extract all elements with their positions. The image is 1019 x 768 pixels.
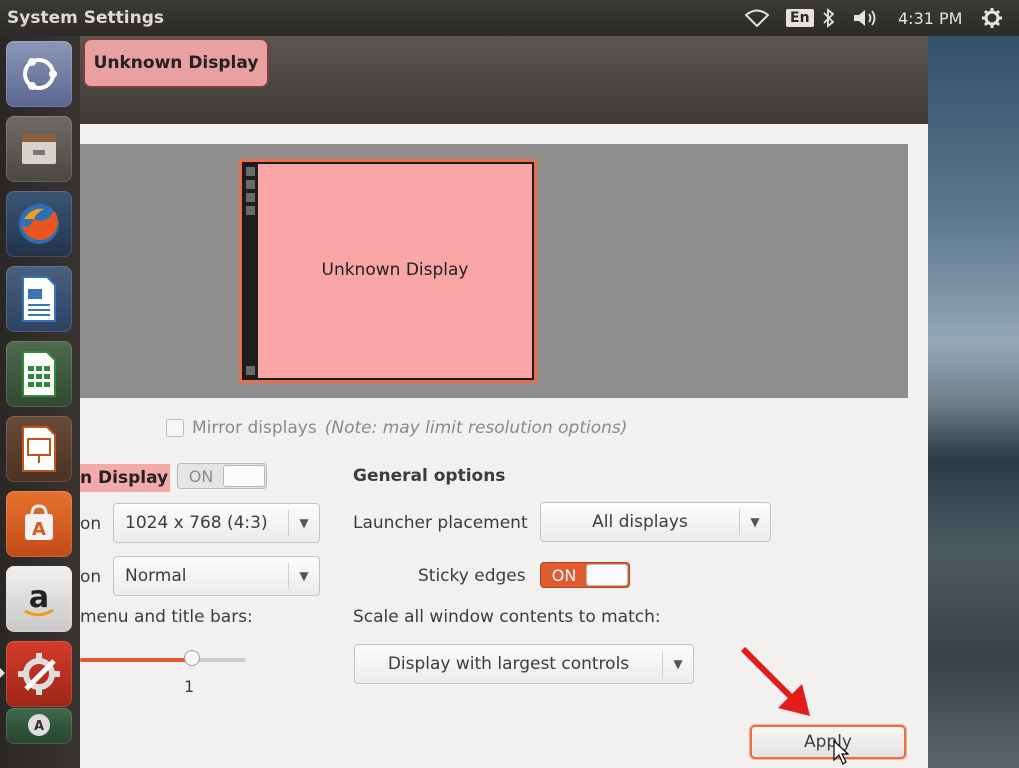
bluetooth-icon[interactable] <box>822 6 836 30</box>
rotation-dropdown[interactable]: Normal ▼ <box>113 556 320 596</box>
software-center-icon[interactable]: A <box>6 491 72 557</box>
keyboard-layout-indicator[interactable]: En <box>786 6 814 30</box>
apply-button[interactable]: Apply <box>750 725 906 759</box>
firefox-icon[interactable] <box>6 191 72 257</box>
toggle-knob <box>586 564 628 586</box>
scale-all-label: Scale all window contents to match: <box>353 607 661 627</box>
display-arrangement-area[interactable]: Unknown Display <box>80 144 908 398</box>
active-app-indicator <box>0 668 5 678</box>
sticky-edges-toggle-label: ON <box>551 565 577 585</box>
toggle-knob <box>223 465 265 487</box>
scale-all-value: Display with largest controls <box>387 654 630 674</box>
scale-slider-fill <box>80 658 192 662</box>
scale-slider[interactable] <box>80 650 246 666</box>
display-enabled-toggle[interactable]: ON <box>177 463 267 489</box>
chevron-down-icon: ▼ <box>750 515 760 529</box>
mouse-pointer-icon <box>833 740 849 765</box>
launcher-placement-label: Launcher placement <box>353 513 528 533</box>
top-panel: System Settings En 4:31 PM <box>0 0 1019 37</box>
wifi-icon[interactable] <box>745 6 769 30</box>
amazon-icon[interactable]: a <box>6 566 72 632</box>
settings-gear-icon[interactable] <box>981 6 1003 30</box>
workspace-switcher-icon[interactable]: A <box>6 708 72 744</box>
general-options-heading: General options <box>353 466 506 486</box>
mirror-displays-label: Mirror displays <box>192 418 317 438</box>
chevron-down-icon: ▼ <box>673 657 683 671</box>
mirror-displays-option[interactable]: Mirror displays (Note: may limit resolut… <box>166 418 627 438</box>
system-settings-icon[interactable] <box>6 641 72 707</box>
annotation-arrow-icon <box>740 646 810 716</box>
launcher: A a A <box>0 36 81 768</box>
ubuntu-dash-icon[interactable] <box>6 41 72 107</box>
resolution-value: 1024 x 768 (4:3) <box>125 513 268 533</box>
sticky-edges-toggle[interactable]: ON <box>540 562 630 588</box>
desktop-wallpaper <box>928 36 1019 768</box>
svg-text:A: A <box>32 519 46 540</box>
impress-icon[interactable] <box>6 416 72 482</box>
files-icon[interactable] <box>6 116 72 182</box>
launcher-placement-value: All displays <box>592 512 688 532</box>
writer-icon[interactable] <box>6 266 72 332</box>
scale-slider-handle[interactable] <box>184 650 200 666</box>
resolution-label: on <box>80 514 102 534</box>
volume-icon[interactable] <box>852 6 880 30</box>
launcher-placement-dropdown[interactable]: All displays ▼ <box>540 502 771 542</box>
rotation-value: Normal <box>125 566 187 586</box>
sticky-edges-label: Sticky edges <box>418 566 526 586</box>
monitor-label: Unknown Display <box>321 260 469 280</box>
svg-text:A: A <box>34 719 44 734</box>
window-header: Unknown Display <box>80 36 928 124</box>
display-toggle-label: ON <box>188 466 214 486</box>
svg-text:a: a <box>29 580 49 615</box>
keyboard-layout-label: En <box>786 9 814 27</box>
selected-display-name: n Display <box>80 464 171 492</box>
display-chip-button[interactable]: Unknown Display <box>83 38 269 88</box>
calc-icon[interactable] <box>6 341 72 407</box>
clock[interactable]: 4:31 PM <box>898 6 962 30</box>
scale-menu-label: menu and title bars: <box>80 607 253 627</box>
mirror-displays-checkbox[interactable] <box>166 419 184 437</box>
mirror-displays-note: (Note: may limit resolution options) <box>324 418 628 438</box>
monitor-preview[interactable]: Unknown Display <box>242 162 534 380</box>
launcher-preview-strip <box>244 164 258 378</box>
scale-slider-value: 1 <box>184 677 195 696</box>
chevron-down-icon: ▼ <box>299 569 309 583</box>
resolution-dropdown[interactable]: 1024 x 768 (4:3) ▼ <box>113 503 320 543</box>
rotation-label: on <box>80 567 102 587</box>
window-title: System Settings <box>7 8 164 28</box>
scale-all-dropdown[interactable]: Display with largest controls ▼ <box>354 644 694 684</box>
chevron-down-icon: ▼ <box>299 516 309 530</box>
